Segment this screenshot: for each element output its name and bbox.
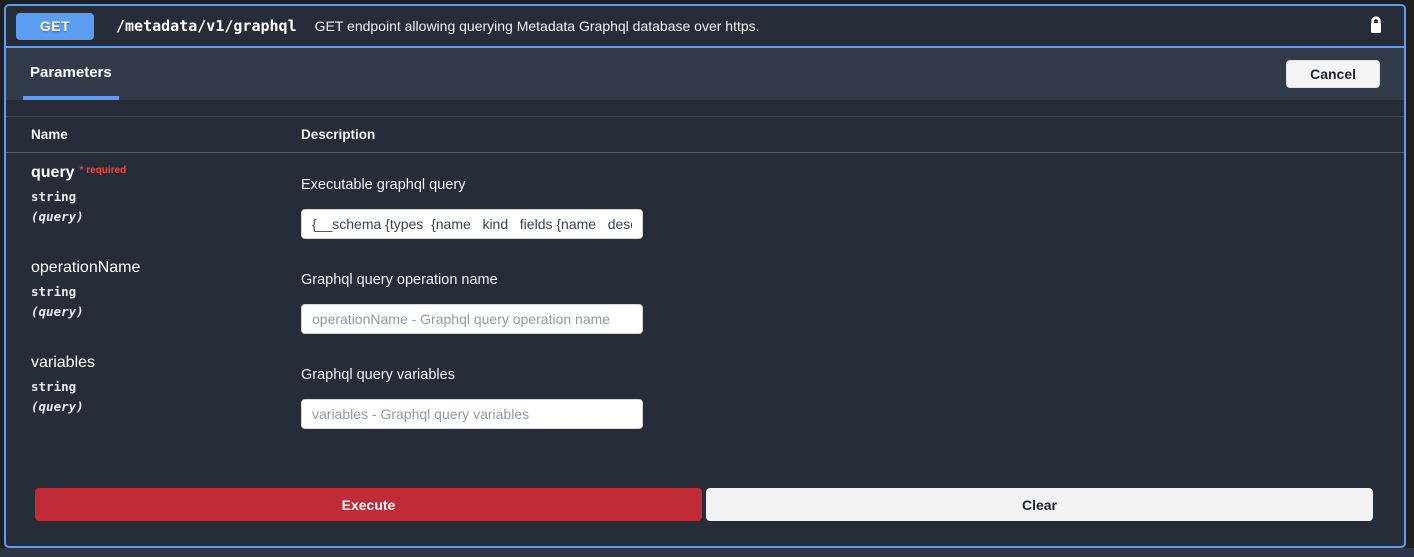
param-description-cell: Executable graphql query <box>301 153 1404 248</box>
param-name: variables <box>31 354 301 372</box>
param-description: Graphql query operation name <box>301 272 1404 288</box>
parameters-title-tab: Parameters <box>23 48 119 100</box>
table-header-row: Name Description <box>6 116 1404 153</box>
param-type: string <box>31 379 301 394</box>
param-row-query: query* required string (query) Executabl… <box>6 153 1404 248</box>
parameters-title: Parameters <box>30 64 112 81</box>
endpoint-summary: GET endpoint allowing querying Metadata … <box>315 18 760 34</box>
cancel-button[interactable]: Cancel <box>1286 60 1380 88</box>
param-description-cell: Graphql query operation name <box>301 248 1404 343</box>
param-name: operationName <box>31 259 301 277</box>
actions-row: Execute Clear <box>6 488 1404 521</box>
param-location: (query) <box>31 304 301 319</box>
param-type: string <box>31 189 301 204</box>
param-description: Graphql query variables <box>301 367 1404 383</box>
required-badge: * required <box>80 165 127 176</box>
operation-panel: GET /metadata/v1/graphql GET endpoint al… <box>4 4 1406 548</box>
endpoint-path: /metadata/v1/graphql <box>116 17 297 35</box>
parameters-table: Name Description query* required string … <box>6 100 1404 521</box>
method-badge: GET <box>16 13 94 40</box>
param-type: string <box>31 284 301 299</box>
query-input[interactable] <box>301 209 643 239</box>
page-background-strip <box>0 548 1414 557</box>
param-row-operation-name: operationName string (query) Graphql que… <box>6 248 1404 343</box>
operation-summary-bar[interactable]: GET /metadata/v1/graphql GET endpoint al… <box>6 6 1404 48</box>
description-column-header: Description <box>301 127 1404 142</box>
variables-input[interactable] <box>301 399 643 429</box>
param-location: (query) <box>31 209 301 224</box>
parameters-header: Parameters Cancel <box>6 48 1404 100</box>
name-column-header: Name <box>6 127 301 142</box>
param-location: (query) <box>31 399 301 414</box>
param-name-cell: variables string (query) <box>6 343 301 438</box>
lock-closed-icon <box>1368 15 1384 38</box>
param-row-variables: variables string (query) Graphql query v… <box>6 343 1404 438</box>
operation-name-input[interactable] <box>301 304 643 334</box>
param-name-cell: operationName string (query) <box>6 248 301 343</box>
execute-button[interactable]: Execute <box>35 488 702 521</box>
param-name-cell: query* required string (query) <box>6 153 301 248</box>
clear-button[interactable]: Clear <box>706 488 1373 521</box>
param-description-cell: Graphql query variables <box>301 343 1404 438</box>
param-name: query* required <box>31 164 301 182</box>
auth-lock-button[interactable] <box>1362 13 1390 40</box>
param-description: Executable graphql query <box>301 177 1404 193</box>
